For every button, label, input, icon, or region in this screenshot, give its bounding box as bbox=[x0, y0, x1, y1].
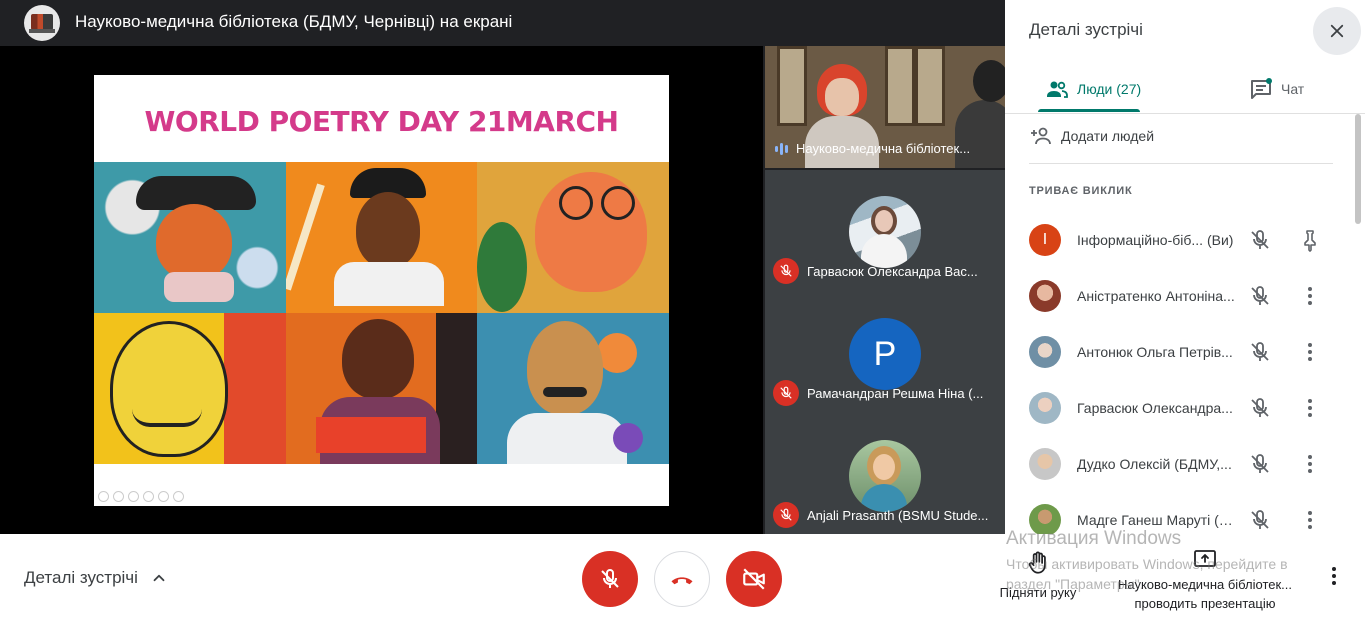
more-options-button[interactable] bbox=[1322, 564, 1346, 593]
meeting-details-label: Деталі зустрічі bbox=[24, 568, 138, 587]
add-people-label: Додати людей bbox=[1061, 128, 1155, 144]
presentation-status-button[interactable]: Науково-медична бібліотек... проводить п… bbox=[1105, 548, 1305, 611]
mic-off-icon[interactable] bbox=[1248, 452, 1272, 476]
mic-off-icon[interactable] bbox=[1248, 340, 1272, 364]
participant-row[interactable]: Гарвасюк Олександра... bbox=[1005, 380, 1365, 436]
close-panel-button[interactable] bbox=[1313, 7, 1361, 55]
video-tile-participant[interactable]: Гарвасюк Олександра Вас... bbox=[765, 170, 1005, 292]
more-vert-icon[interactable] bbox=[1298, 396, 1322, 420]
mic-off-icon[interactable] bbox=[1248, 396, 1272, 420]
mic-off-icon bbox=[601, 568, 619, 588]
participant-name: Дудко Олексій (БДМУ,... bbox=[1077, 456, 1232, 472]
tile-name: Рамачандран Решма Ніна (... bbox=[807, 385, 984, 401]
bottom-bar: Деталі зустрічі Підняти руку Науково-мед… bbox=[0, 534, 1365, 622]
mic-off-icon bbox=[773, 502, 799, 528]
slide-title: WORLD POETRY DAY 21MARCH bbox=[144, 105, 619, 138]
tile-name: Гарвасюк Олександра Вас... bbox=[807, 263, 978, 279]
tab-chat[interactable]: Чат bbox=[1249, 66, 1304, 112]
panel-tabs: Люди (27) Чат bbox=[1005, 66, 1365, 114]
participant-name: Антонюк Ольга Петрів... bbox=[1077, 344, 1233, 360]
presentation-title: Науково-медична бібліотека (БДМУ, Чернів… bbox=[75, 12, 513, 31]
hand-icon bbox=[1028, 551, 1046, 574]
chat-icon bbox=[1251, 78, 1272, 99]
participant-name: Мадге Ганеш Маруті (В... bbox=[1077, 512, 1237, 528]
participant-name: Інформаційно-біб... (Ви) bbox=[1077, 232, 1234, 248]
tile-name: Науково-медична бібліотек... bbox=[796, 141, 971, 156]
top-bar: Науково-медична бібліотека (БДМУ, Чернів… bbox=[0, 0, 1005, 46]
section-label: ТРИВАЄ ВИКЛИК bbox=[1029, 185, 1133, 197]
participant-strip: Науково-медична бібліотек... Гарвасюк Ол… bbox=[763, 46, 1005, 536]
present-to-all-icon bbox=[1194, 550, 1216, 567]
leave-call-button[interactable] bbox=[654, 551, 710, 607]
participant-row[interactable]: І Інформаційно-біб... (Ви) bbox=[1005, 212, 1365, 268]
mic-off-icon[interactable] bbox=[1248, 228, 1272, 252]
chevron-up-icon bbox=[153, 574, 165, 582]
active-tab-indicator bbox=[1038, 109, 1140, 112]
tab-people[interactable]: Люди (27) bbox=[1045, 66, 1141, 112]
divider bbox=[1029, 163, 1333, 164]
presented-slide: WORLD POETRY DAY 21MARCH bbox=[94, 75, 669, 506]
participant-avatar bbox=[1029, 280, 1061, 312]
poster-portrait bbox=[285, 162, 478, 313]
tab-people-label: Люди (27) bbox=[1077, 81, 1142, 97]
mic-off-icon bbox=[773, 380, 799, 406]
video-tile-participant[interactable]: P Рамачандран Решма Ніна (... bbox=[765, 292, 1005, 414]
raise-hand-label: Підняти руку bbox=[999, 585, 1077, 600]
pin-icon[interactable] bbox=[1298, 228, 1322, 252]
more-vert-icon[interactable] bbox=[1298, 508, 1322, 532]
participant-avatar bbox=[1029, 504, 1061, 534]
poster-portrait bbox=[477, 313, 669, 464]
participant-list: І Інформаційно-біб... (Ви) Аністратенко … bbox=[1005, 212, 1365, 534]
presenter-name: Науково-медична бібліотек... bbox=[1117, 577, 1293, 592]
panel-title: Деталі зустрічі bbox=[1029, 20, 1143, 39]
close-icon bbox=[1330, 24, 1344, 38]
presenter-avatar bbox=[24, 5, 60, 41]
participant-row[interactable]: Аністратенко Антоніна... bbox=[1005, 268, 1365, 324]
slide-toolbar bbox=[98, 491, 184, 502]
microphone-toggle-button[interactable] bbox=[582, 551, 638, 607]
people-icon bbox=[1047, 81, 1068, 98]
person-add-icon bbox=[1031, 127, 1051, 145]
participant-row[interactable]: Антонюк Ольга Петрів... bbox=[1005, 324, 1365, 380]
presenting-status: проводить презентацію bbox=[1134, 596, 1276, 611]
raise-hand-button[interactable]: Підняти руку bbox=[990, 550, 1086, 600]
poster-artwork bbox=[94, 162, 669, 464]
add-people-button[interactable]: Додати людей bbox=[1029, 124, 1154, 148]
speaking-indicator-icon bbox=[775, 142, 788, 155]
participant-avatar bbox=[1029, 448, 1061, 480]
mic-off-icon bbox=[773, 258, 799, 284]
poster-portrait bbox=[94, 162, 286, 313]
more-vert-icon[interactable] bbox=[1298, 452, 1322, 476]
video-tile-participant[interactable]: Anjali Prasanth (BSMU Stude... bbox=[765, 414, 1005, 536]
more-vert-icon[interactable] bbox=[1298, 340, 1322, 364]
poster-portrait bbox=[477, 162, 669, 313]
meeting-details-panel: Деталі зустрічі Люди (27) Чат Додати люд… bbox=[1005, 0, 1365, 534]
presentation-stage[interactable]: WORLD POETRY DAY 21MARCH bbox=[0, 46, 763, 534]
tab-chat-label: Чат bbox=[1281, 81, 1305, 97]
participant-avatar: І bbox=[1029, 224, 1061, 256]
more-vert-icon bbox=[1332, 567, 1336, 585]
participant-name: Гарвасюк Олександра... bbox=[1077, 400, 1233, 416]
hang-up-icon bbox=[671, 577, 693, 585]
participant-avatar bbox=[1029, 392, 1061, 424]
poster-portrait bbox=[94, 313, 286, 464]
participant-row[interactable]: Дудко Олексій (БДМУ,... bbox=[1005, 436, 1365, 492]
camera-toggle-button[interactable] bbox=[726, 551, 782, 607]
more-vert-icon[interactable] bbox=[1298, 284, 1322, 308]
mic-off-icon[interactable] bbox=[1248, 508, 1272, 532]
mic-off-icon[interactable] bbox=[1248, 284, 1272, 308]
participant-avatar bbox=[1029, 336, 1061, 368]
panel-scrollbar[interactable] bbox=[1355, 114, 1361, 224]
poster-portrait bbox=[285, 313, 478, 464]
meeting-details-button[interactable]: Деталі зустрічі bbox=[24, 568, 168, 588]
participant-row[interactable]: Мадге Ганеш Маруті (В... bbox=[1005, 492, 1365, 534]
videocam-off-icon bbox=[743, 568, 765, 590]
video-tile-library[interactable]: Науково-медична бібліотек... bbox=[765, 46, 1005, 168]
tile-name: Anjali Prasanth (BSMU Stude... bbox=[807, 507, 989, 523]
participant-name: Аністратенко Антоніна... bbox=[1077, 288, 1235, 304]
